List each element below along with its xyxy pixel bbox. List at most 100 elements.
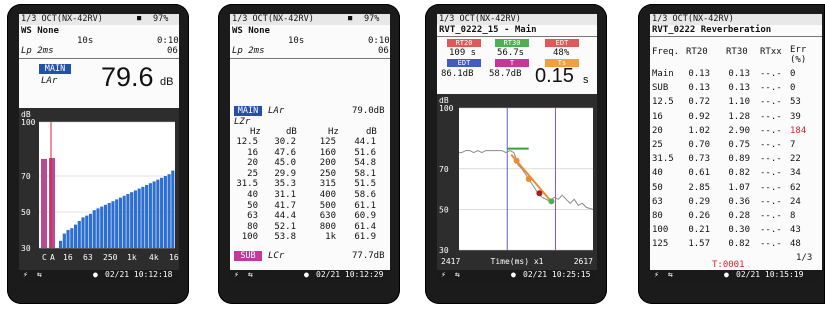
x-axis-label: Time(ms) x1 — [491, 257, 544, 266]
usb-icon: ⇆ — [248, 270, 253, 279]
date-time: 02/21 10:12:18 — [105, 270, 173, 279]
row-err: 34 — [790, 168, 801, 179]
tag-rt30: RT30 — [495, 39, 529, 47]
band-db: 41.7 — [274, 200, 296, 211]
tag-edt-2: EDT — [447, 59, 481, 67]
col-err: Err — [790, 45, 807, 55]
window-setting: WS None — [21, 26, 59, 36]
location-icon: ● — [304, 270, 309, 279]
band-bar — [126, 194, 130, 248]
page-indicator: 1/3 — [796, 253, 813, 263]
band-db: 44.4 — [274, 211, 296, 222]
col-hz-right: Hz — [328, 127, 339, 137]
main-value: 79.6 — [101, 62, 154, 92]
col-db-right: dB — [366, 127, 377, 137]
date-time: 02/21 10:25:15 — [523, 270, 591, 279]
row-rtxx: --.- — [760, 168, 782, 179]
file-name: RVT_0222_15 - Main — [439, 25, 537, 35]
row-rtxx: --.- — [760, 83, 782, 94]
row-rt30: 0.89 — [728, 154, 750, 165]
x-tick-label: 16 — [63, 253, 73, 262]
band-bar — [59, 240, 63, 248]
status-footer: ⚡ ⇆ ● 02/21 10:15:19 — [650, 270, 822, 282]
band-bar — [88, 213, 93, 248]
band-bar — [66, 230, 70, 248]
x-tick-label: 16kHz — [169, 253, 179, 262]
decay-marker — [513, 157, 520, 164]
band-hz: 400 — [319, 190, 336, 200]
band-db: 31.1 — [274, 190, 296, 200]
divider — [19, 58, 179, 59]
band-db: 30.2 — [274, 137, 296, 147]
row-err: 43 — [790, 225, 801, 236]
row-rtxx: --.- — [760, 69, 782, 79]
device-1-screen: 1/3 OCT(NX-42RV) ■ 97% WS None 10s 0:10 … — [19, 14, 179, 282]
t-index: T:0001 — [712, 260, 745, 270]
row-rtxx: --.- — [760, 239, 782, 250]
col-rt20: RT20 — [686, 47, 708, 57]
band-hz: 500 — [319, 200, 336, 211]
band-bar — [122, 195, 126, 248]
tag-edt: EDT — [545, 39, 579, 47]
row-rt30: 0.30 — [728, 225, 750, 236]
band-hz: 12.5 — [236, 137, 258, 147]
y-tick-label: 50 — [439, 205, 449, 214]
band-db: 44.1 — [354, 137, 376, 147]
col-rtxx: RTxx — [760, 47, 782, 57]
row-rt30: 0.28 — [728, 211, 750, 221]
band-db: 61.4 — [354, 221, 376, 232]
divider — [437, 36, 597, 37]
band-db: 61.1 — [354, 200, 376, 211]
percent-value: 48% — [553, 48, 570, 58]
row-rt30: 0.75 — [728, 140, 750, 150]
band-bar — [96, 208, 100, 248]
row-rtxx: --.- — [760, 225, 782, 236]
row-freq: 100 — [652, 225, 669, 236]
rt20-value: 109 s — [449, 48, 477, 58]
row-rt30: 0.82 — [728, 239, 750, 250]
mode-title: 1/3 OCT(NX-42RV) — [21, 14, 103, 24]
device-4: 1/3 OCT(NX-42RV) RVT_0222 Reverberation … — [638, 4, 825, 304]
band-bar — [152, 181, 156, 248]
band-db: 58.6 — [354, 190, 376, 200]
row-rtxx: --.- — [760, 154, 782, 165]
row-rt20: 0.26 — [688, 211, 710, 221]
row-rtxx: --.- — [760, 97, 782, 108]
row-err: 53 — [790, 97, 801, 108]
power-plug-icon: ⚡ — [23, 270, 28, 279]
battery-level: 97% — [364, 14, 380, 24]
level-value-2: 58.7dB — [489, 69, 522, 79]
row-rt20: 0.21 — [688, 225, 710, 236]
band-db: 58.1 — [354, 168, 376, 179]
location-icon: ● — [93, 270, 98, 279]
device-3: 1/3 OCT(NX-42RV) RVT_0222_15 - Main RT20… — [425, 4, 607, 304]
row-rt20: 0.29 — [688, 196, 710, 207]
device-4-screen: 1/3 OCT(NX-42RV) RVT_0222 Reverberation … — [650, 14, 822, 282]
band-hz: 20 — [247, 158, 258, 169]
x-tick-label: A — [50, 253, 55, 262]
level-value-1: 86.1dB — [441, 69, 474, 79]
row-rt20: 0.72 — [688, 97, 710, 108]
row-freq: 31.5 — [652, 154, 674, 165]
row-rt20: 0.73 — [688, 154, 710, 165]
band-hz: 315 — [319, 179, 336, 190]
elapsed-time: 0:10 — [157, 36, 179, 46]
device-2: 1/3 OCT(NX-42RV) ■ 97% WS None 10s 0:10 … — [218, 4, 400, 304]
band-bar — [73, 224, 78, 248]
status-bar: 1/3 OCT(NX-42RV) — [650, 14, 822, 25]
sd-card-icon: ■ — [348, 14, 353, 22]
band-bar — [81, 217, 85, 248]
row-err: 8 — [790, 211, 796, 221]
row-freq: 63 — [652, 196, 663, 207]
band-bar — [115, 199, 119, 248]
band-hz: 200 — [319, 158, 336, 169]
lp-setting: Lp 2ms — [21, 46, 54, 56]
band-bar — [141, 186, 145, 248]
main-level: 79.0dB — [352, 106, 385, 116]
tag-t: T — [495, 59, 529, 67]
power-plug-icon: ⚡ — [654, 270, 659, 279]
band-bar — [85, 215, 89, 248]
x-tick-label: 1k — [127, 253, 137, 262]
mode-title: 1/3 OCT(NX-42RV) — [439, 14, 521, 24]
row-rtxx: --.- — [760, 111, 782, 122]
